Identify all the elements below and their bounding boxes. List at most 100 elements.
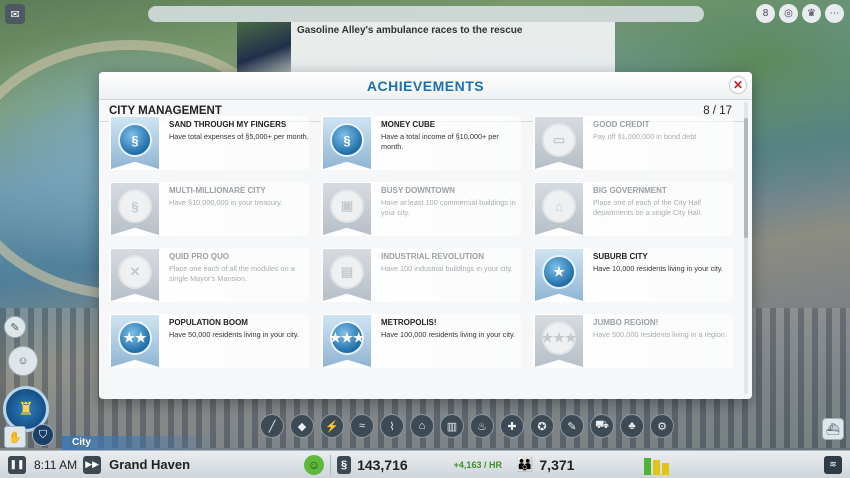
- achievement-text: BIG GOVERNMENT Place one of each of the C…: [585, 182, 733, 217]
- achievement-description: Have 500,000 residents living in a regio…: [593, 330, 727, 339]
- education-tool-icon[interactable]: ✎: [560, 414, 584, 438]
- achievement-name: GOOD CREDIT: [593, 120, 650, 129]
- achievement-text: SAND THROUGH MY FINGERS Have total expens…: [161, 116, 309, 142]
- badge-symbol-icon: ▤: [330, 255, 364, 289]
- notification-icon[interactable]: 8: [756, 4, 775, 23]
- achievements-modal: ACHIEVEMENTS ✕ CITY MANAGEMENT 8 / 17 § S…: [99, 72, 752, 399]
- achievement-card[interactable]: ★★ POPULATION BOOM Have 50,000 residents l…: [109, 314, 309, 368]
- road-tool-icon[interactable]: ╱: [260, 414, 284, 438]
- fire-tool-icon[interactable]: ♨: [470, 414, 494, 438]
- badge-shield-icon: §: [111, 117, 159, 169]
- police-tool-icon[interactable]: ✪: [530, 414, 554, 438]
- region-icon[interactable]: ⛴: [822, 418, 844, 440]
- achievement-card[interactable]: ▭ GOOD CREDIT Pay off §1,000,000 in bond d…: [533, 116, 733, 170]
- city-tab[interactable]: City: [62, 436, 222, 450]
- achievement-badge: ★★★: [321, 314, 373, 368]
- achievement-description: Have total expenses of §5,000+ per month…: [169, 132, 309, 141]
- garbage-tool-icon[interactable]: ▥: [440, 414, 464, 438]
- achievement-name: MULTI-MILLIONARE CITY: [169, 186, 266, 195]
- achievement-description: Pay off §1,000,000 in bond debt: [593, 132, 697, 141]
- sims-icon[interactable]: ☺: [8, 346, 38, 376]
- achievement-card[interactable]: ▤ INDUSTRIAL REVOLUTION Have 100 industria…: [321, 248, 521, 302]
- achievement-text: POPULATION BOOM Have 50,000 residents liv…: [161, 314, 309, 340]
- divider: [330, 454, 332, 475]
- parks-tool-icon[interactable]: ♣: [620, 414, 644, 438]
- info-icon[interactable]: ✋: [4, 426, 26, 448]
- power-tool-icon[interactable]: ⚡: [320, 414, 344, 438]
- shield-icon[interactable]: ⛉: [32, 424, 54, 446]
- achievement-text: MONEY CUBE Have a total income of §10,000…: [373, 116, 521, 151]
- chat-icon[interactable]: ✉: [5, 4, 25, 24]
- achievement-card[interactable]: § MONEY CUBE Have a total income of §10,00…: [321, 116, 521, 170]
- achievement-name: SAND THROUGH MY FINGERS: [169, 120, 287, 129]
- achievement-text: METROPOLIS! Have 100,000 residents living…: [373, 314, 521, 340]
- achievement-progress: 8 / 17: [703, 104, 732, 117]
- achievement-text: BUSY DOWNTOWN Have at least 100 commercia…: [373, 182, 521, 217]
- achievement-name: SUBURB CITY: [593, 252, 648, 261]
- achievement-description: Place one of each of the City Hall depar…: [593, 198, 703, 217]
- badge-symbol-icon: ✕: [118, 255, 152, 289]
- achievement-badge: ★★: [109, 314, 161, 368]
- achievement-card[interactable]: ★★★ JUMBO REGION! Have 500,000 residents l…: [533, 314, 733, 368]
- badge-shield-icon: ★★: [111, 315, 159, 367]
- health-tool-icon[interactable]: ✚: [500, 414, 524, 438]
- modal-scrollbar[interactable]: [744, 102, 748, 394]
- badge-shield-icon: ⌂: [535, 183, 583, 235]
- badge-shield-icon: ▭: [535, 117, 583, 169]
- bulldoze-icon[interactable]: ✎: [4, 316, 26, 338]
- news-headline: Gasoline Alley's ambulance races to the …: [297, 25, 523, 36]
- population-value[interactable]: 7,371: [539, 457, 574, 473]
- achievement-badge: ⌂: [533, 182, 585, 236]
- speed-button[interactable]: ▶▶: [83, 455, 102, 474]
- badge-shield-icon: ★★★: [535, 315, 583, 367]
- happiness-icon[interactable]: ☺: [304, 454, 325, 475]
- badge-shield-icon: ▤: [323, 249, 371, 301]
- achievement-card[interactable]: ⌂ BIG GOVERNMENT Place one of each of the …: [533, 182, 733, 236]
- achievement-badge: ✕: [109, 248, 161, 302]
- pause-button[interactable]: ❚❚: [8, 455, 26, 474]
- achievement-badge: §: [109, 182, 161, 236]
- achievement-card[interactable]: ★★★ METROPOLIS! Have 100,000 residents liv…: [321, 314, 521, 368]
- achievement-text: GOOD CREDIT Pay off §1,000,000 in bond de…: [585, 116, 733, 142]
- achievement-description: Have a total income of §10,000+ per mont…: [381, 132, 499, 151]
- achievement-text: INDUSTRIAL REVOLUTION Have 100 industrial…: [373, 248, 521, 274]
- achievement-card[interactable]: ★ SUBURB CITY Have 10,000 residents living…: [533, 248, 733, 302]
- achievement-text: MULTI-MILLIONARE CITY Have §10,000,000 in…: [161, 182, 309, 208]
- badge-symbol-icon: §: [330, 123, 364, 157]
- badge-shield-icon: ✕: [111, 249, 159, 301]
- badge-symbol-icon: ⌂: [542, 189, 576, 223]
- close-button[interactable]: ✕: [729, 76, 747, 94]
- achievement-name: BIG GOVERNMENT: [593, 186, 667, 195]
- rci-demand-meter[interactable]: [644, 455, 670, 475]
- achievement-card[interactable]: ▣ BUSY DOWNTOWN Have at least 100 commerci…: [321, 182, 521, 236]
- badge-symbol-icon: ★★★: [330, 321, 364, 355]
- sewage-tool-icon[interactable]: ⌇: [380, 414, 404, 438]
- funds-value[interactable]: 143,716: [357, 457, 408, 473]
- rci-residential-bar: [644, 457, 652, 475]
- achievement-card[interactable]: § MULTI-MILLIONARE CITY Have §10,000,000 i…: [109, 182, 309, 236]
- layers-icon[interactable]: ≋: [824, 455, 842, 474]
- badge-symbol-icon: §: [118, 189, 152, 223]
- news-ticker[interactable]: Gasoline Alley's ambulance races to the …: [237, 22, 615, 72]
- zone-tool-icon[interactable]: ◆: [290, 414, 314, 438]
- income-rate: +4,163 / HR: [453, 459, 502, 470]
- specialization-tool-icon[interactable]: ⚙: [650, 414, 674, 438]
- news-thumbnail: [237, 22, 291, 72]
- water-tool-icon[interactable]: ≈: [350, 414, 374, 438]
- top-ticker-bar[interactable]: [148, 6, 704, 22]
- badge-shield-icon: ★★★: [323, 315, 371, 367]
- achievement-card[interactable]: ✕ QUID PRO QUO Place one each of all the m…: [109, 248, 309, 302]
- top-right-icons: 8 ◎ ♛ ⋯: [756, 4, 844, 23]
- globe-icon[interactable]: ◎: [779, 4, 798, 23]
- government-tool-icon[interactable]: ⌂: [410, 414, 434, 438]
- achievement-card[interactable]: § SAND THROUGH MY FINGERS Have total expen…: [109, 116, 309, 170]
- achievement-description: Place one each of all the modules on a s…: [169, 264, 295, 283]
- trophy-icon[interactable]: ♛: [802, 4, 821, 23]
- achievement-name: METROPOLIS!: [381, 318, 437, 327]
- menu-icon[interactable]: ⋯: [825, 4, 844, 23]
- city-name[interactable]: Grand Haven: [109, 457, 190, 472]
- badge-symbol-icon: ▣: [330, 189, 364, 223]
- scrollbar-thumb[interactable]: [744, 118, 748, 238]
- modal-title: ACHIEVEMENTS: [366, 77, 485, 94]
- transport-tool-icon[interactable]: ⛟: [590, 414, 614, 438]
